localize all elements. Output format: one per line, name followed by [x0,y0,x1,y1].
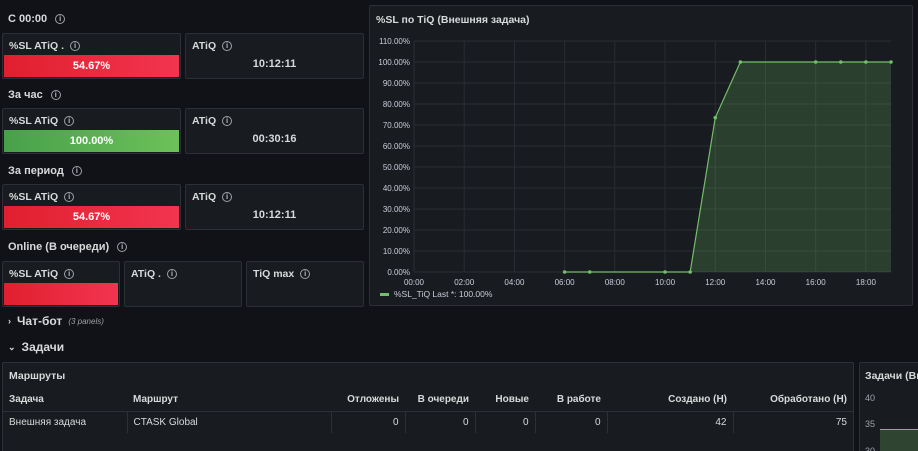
info-icon[interactable]: i [117,242,128,252]
x-tick-label: 06:00 [555,278,576,287]
y-tick-label: 70.00% [383,121,410,130]
column-header[interactable]: Новые [475,389,535,411]
y-tick-label: 10.00% [383,247,410,256]
routes-table: Задача Маршрут Отложены В очереди Новые … [3,389,853,433]
x-tick-label: 14:00 [755,278,776,287]
data-point [688,270,692,274]
section-title-period: За период i [8,165,82,177]
x-tick-label: 04:00 [504,278,525,287]
stat-panel-tiq-max: TiQ max i [246,261,364,307]
data-point [738,60,743,64]
row-chatbot[interactable]: › Чат-бот (3 panels) [8,314,104,328]
sl-value-bar: 54.67% [4,206,179,228]
y-tick-label: 90.00% [383,79,410,88]
y-tick-label: 40 [865,393,876,403]
stat-panel-sl-atiq-3: %SL ATiQ i 54.67% [2,184,181,230]
y-tick-label: 60.00% [383,142,410,151]
info-icon[interactable]: i [166,269,177,279]
data-point [889,60,893,64]
atiq-value: 10:12:11 [252,58,297,70]
stat-panel-atiq-2: ATiQ i 00:30:16 [185,108,364,154]
column-header[interactable]: Задача [3,389,127,411]
column-header[interactable]: В очереди [405,389,475,411]
column-header[interactable]: Маршрут [127,389,331,411]
info-icon[interactable]: i [222,192,233,202]
y-tick-label: 100.00% [378,58,410,67]
y-tick-label: 110.00% [379,37,410,46]
section-title-last-hour: За час i [8,89,61,101]
tasks-chart-title: Задачи (Вне [865,370,918,382]
info-icon[interactable]: i [70,41,81,51]
sl-value-bar [4,283,118,305]
info-icon[interactable]: i [64,269,75,279]
chevron-down-icon: ⌄ [8,341,16,352]
column-header[interactable]: Отложены [331,389,405,411]
data-point [864,60,868,64]
routes-table-panel: Маршруты Задача Маршрут Отложены В очере… [2,362,854,451]
atiq-value: 00:30:16 [252,133,297,145]
info-icon[interactable]: i [64,116,75,126]
y-tick-label: 0.00% [387,268,410,277]
data-point [562,270,567,274]
data-point [713,115,718,120]
sl-value-bar: 54.67% [4,55,179,77]
x-tick-label: 16:00 [806,278,827,287]
info-icon[interactable]: i [50,90,61,100]
row-tasks[interactable]: ⌄ Задачи [8,340,64,354]
info-icon[interactable]: i [222,41,233,51]
y-tick-label: 20.00% [383,226,410,235]
series-area [880,429,918,451]
data-point [587,270,592,274]
y-tick-label: 40.00% [383,184,410,193]
x-tick-label: 10:00 [655,278,676,287]
y-tick-label: 50.00% [383,163,410,172]
stat-panel-atiq-3: ATiQ i 10:12:11 [185,184,364,230]
column-header[interactable]: Обработано (Н) [733,389,853,411]
stat-panel-sl-atiq-2: %SL ATiQ i 100.00% [2,108,181,154]
atiq-value: 10:12:11 [252,209,297,221]
column-header[interactable]: Создано (Н) [607,389,733,411]
chart-panel-sl-tiq: %SL по TiQ (Внешняя задача) 0.00% 10.00% 2… [369,5,913,306]
x-tick-label: 00:00 [404,278,425,287]
info-icon[interactable]: i [55,14,66,24]
info-icon[interactable]: i [300,269,311,279]
stat-panel-sl-atiq-online: %SL ATiQ i [2,261,120,307]
section-title-since-midnight: С 00:00 i [8,13,66,25]
info-icon[interactable]: i [222,116,233,126]
sl-tiq-chart: 0.00% 10.00% 20.00% 30.00% 40.00% 50.00% 60.00… [378,37,893,299]
sl-value-bar: 100.00% [4,130,179,152]
y-tick-label: 30.00% [383,205,410,214]
stat-panel-atiq-online: ATiQ .i [124,261,242,307]
y-tick-label: 30 [865,446,876,451]
x-tick-label: 12:00 [705,278,726,287]
chevron-right-icon: › [8,316,11,326]
routes-title: Маршруты [9,370,66,382]
stat-panel-sl-atiq-1: %SL ATiQ .i 54.67% [2,33,181,79]
y-tick-label: 35 [865,419,876,429]
column-header[interactable]: В работе [535,389,607,411]
stat-panel-atiq-1: ATiQ i 10:12:11 [185,33,364,79]
x-tick-label: 08:00 [605,278,626,287]
x-tick-label: 18:00 [856,278,877,287]
data-point [838,60,843,64]
table-header-row: Задача Маршрут Отложены В очереди Новые … [3,389,853,411]
legend-label: %SL_TiQ Last *: 100.00% [394,289,493,299]
x-tick-label: 02:00 [454,278,475,287]
legend-swatch [380,293,389,296]
info-icon[interactable]: i [71,166,82,176]
data-point [663,270,667,274]
tasks-chart-panel: Задачи (Вне 40 35 30 [859,362,918,451]
data-point [813,60,818,64]
y-tick-label: 80.00% [383,100,410,109]
table-row[interactable]: Внешняя задача CTASK Global 0 0 0 0 42 7… [3,410,853,433]
info-icon[interactable]: i [64,192,75,202]
section-title-online: Online (В очереди) i [8,241,128,253]
